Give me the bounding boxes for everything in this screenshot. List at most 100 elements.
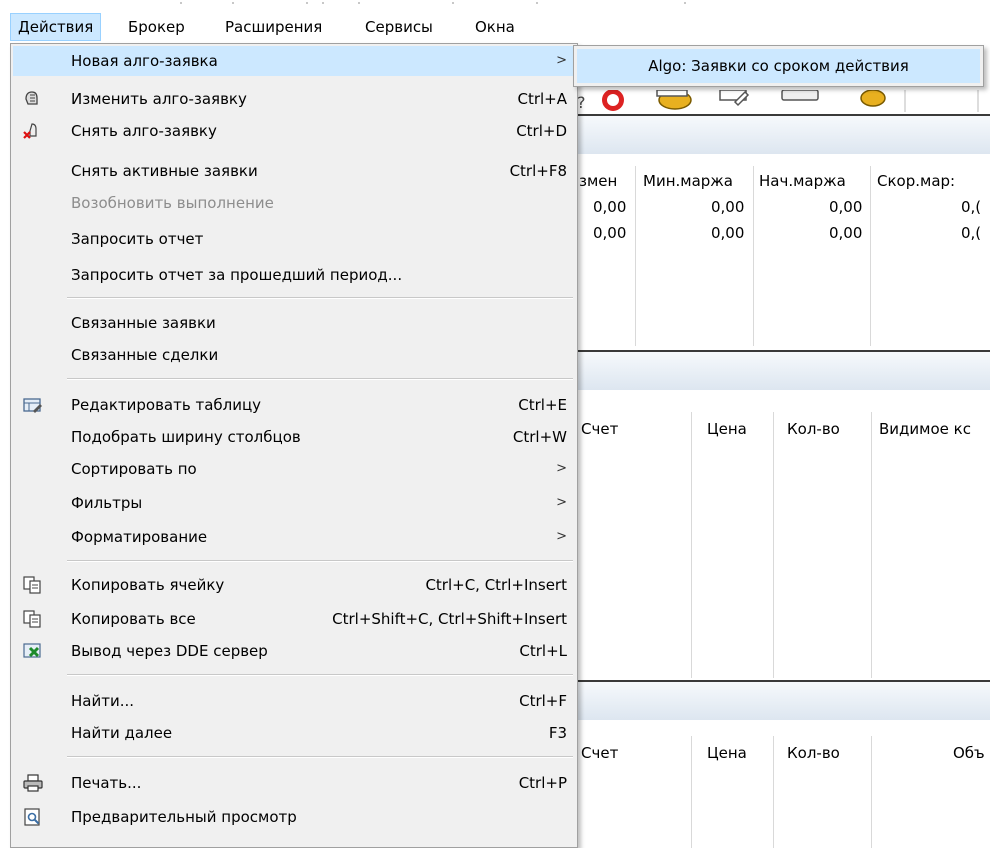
table1-header-col3[interactable]: Нач.маржа — [759, 172, 846, 190]
table1-header-col1[interactable]: змен — [579, 172, 617, 190]
menu-item-copy-cell[interactable]: Копировать ячейку Ctrl+C, Ctrl+Insert — [13, 570, 575, 600]
submenu-item-algo-time-orders[interactable]: Algo: Заявки со сроком действия — [577, 49, 980, 83]
menu-item-edit-table[interactable]: Редактировать таблицу Ctrl+E — [13, 390, 575, 420]
table1-cell[interactable]: 0,00 — [711, 224, 744, 242]
menu-item-label: Подобрать ширину столбцов — [71, 428, 301, 446]
table3-header-col2[interactable]: Цена — [707, 744, 747, 762]
table3-header-col4[interactable]: Объ — [953, 744, 985, 762]
grid-line — [753, 166, 754, 346]
menu-item-label: Найти далее — [71, 724, 173, 742]
menu-extensions[interactable]: Расширения — [218, 13, 329, 41]
menu-item-label: Сортировать по — [71, 460, 197, 478]
panel1-titlebar[interactable] — [575, 114, 990, 154]
table3-header-col3[interactable]: Кол-во — [787, 744, 840, 762]
submenu-arrow-icon: > — [556, 461, 567, 476]
table2-header-col2[interactable]: Цена — [707, 420, 747, 438]
table2-header-col3[interactable]: Кол-во — [787, 420, 840, 438]
table1-cell[interactable]: 0,00 — [593, 198, 626, 216]
menu-item-fit-columns[interactable]: Подобрать ширину столбцов Ctrl+W — [13, 422, 575, 452]
submenu-arrow-icon: > — [556, 495, 567, 510]
menu-item-print[interactable]: Печать... Ctrl+P — [13, 768, 575, 798]
cancel-algo-order-icon — [23, 123, 37, 139]
menu-windows[interactable]: Окна — [468, 13, 522, 41]
menu-item-label: Изменить алго-заявку — [71, 90, 247, 108]
table1-cell[interactable]: 0,00 — [829, 224, 862, 242]
table2-header-col1[interactable]: Счет — [581, 420, 618, 438]
menu-item-label: Предварительный просмотр — [71, 808, 297, 826]
panel3-titlebar[interactable] — [575, 680, 990, 720]
panel2-titlebar[interactable] — [575, 350, 990, 390]
edit-table-icon — [23, 398, 42, 413]
menu-item-dde-output[interactable]: Вывод через DDE сервер Ctrl+L — [13, 636, 575, 666]
table1-cell[interactable]: 0,00 — [829, 198, 862, 216]
submenu-arrow-icon: > — [556, 529, 567, 544]
table1-header-col4[interactable]: Скор.мар: — [877, 172, 955, 190]
menu-item-sort-by[interactable]: Сортировать по > — [13, 454, 575, 484]
menu-item-label: Запросить отчет за прошедший период... — [71, 266, 403, 284]
edit-algo-order-icon — [25, 91, 38, 105]
table3[interactable]: Счет Цена Кол-во Объ — [575, 720, 990, 848]
menu-item-label: Снять алго-заявку — [71, 122, 217, 140]
grid-line — [871, 736, 872, 848]
table2-header-col4[interactable]: Видимое кс — [879, 420, 971, 438]
menu-separator — [67, 756, 573, 758]
menu-item-shortcut: F3 — [548, 724, 567, 742]
menu-services[interactable]: Сервисы — [358, 13, 440, 41]
excel-export-icon — [23, 643, 41, 658]
menu-item-find[interactable]: Найти... Ctrl+F — [13, 686, 575, 716]
menu-separator — [67, 560, 573, 562]
menu-item-label: Вывод через DDE сервер — [71, 642, 268, 660]
menu-item-label: Возобновить выполнение — [71, 194, 274, 212]
table1-header-col2[interactable]: Мин.маржа — [643, 172, 733, 190]
grid-line — [870, 166, 871, 346]
table1-cell[interactable]: 0,( — [961, 224, 981, 242]
menu-deystviya[interactable]: Действия — [10, 13, 102, 41]
menu-item-label: Новая алго-заявка — [71, 52, 218, 70]
table3-header-col1[interactable]: Счет — [581, 744, 618, 762]
submenu-arrow-icon: > — [556, 53, 567, 68]
menu-item-find-next[interactable]: Найти далее F3 — [13, 718, 575, 748]
window-edge-decoration — [180, 2, 686, 4]
table2[interactable]: Счет Цена Кол-во Видимое кс — [575, 390, 990, 680]
menu-item-label: Копировать ячейку — [71, 576, 225, 594]
menu-item-shortcut: Ctrl+F8 — [509, 162, 567, 180]
table1-cell[interactable]: 0,( — [961, 198, 981, 216]
table1-cell[interactable]: 0,00 — [711, 198, 744, 216]
copy-icon — [23, 610, 41, 628]
printer-icon — [23, 774, 43, 792]
menu-item-shortcut: Ctrl+W — [512, 428, 567, 446]
menu-broker[interactable]: Брокер — [121, 13, 192, 41]
menu-item-formatting[interactable]: Форматирование > — [13, 522, 575, 552]
menu-item-label: Редактировать таблицу — [71, 396, 262, 414]
menu-item-copy-all[interactable]: Копировать все Ctrl+Shift+C, Ctrl+Shift+… — [13, 604, 575, 634]
menu-item-resume-execution: Возобновить выполнение — [13, 188, 575, 218]
svg-text:?: ? — [577, 93, 586, 112]
copy-icon — [23, 576, 41, 594]
menu-item-print-preview[interactable]: Предварительный просмотр — [13, 802, 575, 832]
menu-item-shortcut: Ctrl+L — [519, 642, 567, 660]
menu-item-label: Снять активные заявки — [71, 162, 258, 180]
table1[interactable]: змен Мин.маржа Нач.маржа Скор.мар: 0,00 … — [575, 154, 990, 350]
menu-item-linked-orders[interactable]: Связанные заявки — [13, 308, 575, 338]
toolbar-icons[interactable]: ? — [577, 90, 979, 112]
menu-item-linked-trades[interactable]: Связанные сделки — [13, 340, 575, 370]
menu-item-cancel-active-orders[interactable]: Снять активные заявки Ctrl+F8 — [13, 156, 575, 186]
new-algo-order-submenu: Algo: Заявки со сроком действия — [573, 45, 984, 87]
grid-line — [691, 412, 692, 678]
menu-item-request-past-report[interactable]: Запросить отчет за прошедший период... — [13, 260, 575, 290]
menu-item-request-report[interactable]: Запросить отчет — [13, 224, 575, 254]
menu-item-cancel-algo-order[interactable]: Снять алго-заявку Ctrl+D — [13, 116, 575, 146]
menu-item-label: Форматирование — [71, 528, 208, 546]
menu-item-label: Печать... — [71, 774, 142, 792]
menu-item-shortcut: Ctrl+F — [519, 692, 567, 710]
grid-line — [691, 736, 692, 848]
menu-item-filters[interactable]: Фильтры > — [13, 488, 575, 518]
menu-item-label: Копировать все — [71, 610, 196, 628]
grid-line — [773, 736, 774, 848]
menu-item-shortcut: Ctrl+A — [517, 90, 567, 108]
menu-item-new-algo-order[interactable]: Новая алго-заявка > — [13, 46, 575, 76]
table1-cell[interactable]: 0,00 — [593, 224, 626, 242]
grid-line — [773, 412, 774, 678]
menu-item-shortcut: Ctrl+D — [516, 122, 567, 140]
menu-item-edit-algo-order[interactable]: Изменить алго-заявку Ctrl+A — [13, 84, 575, 114]
